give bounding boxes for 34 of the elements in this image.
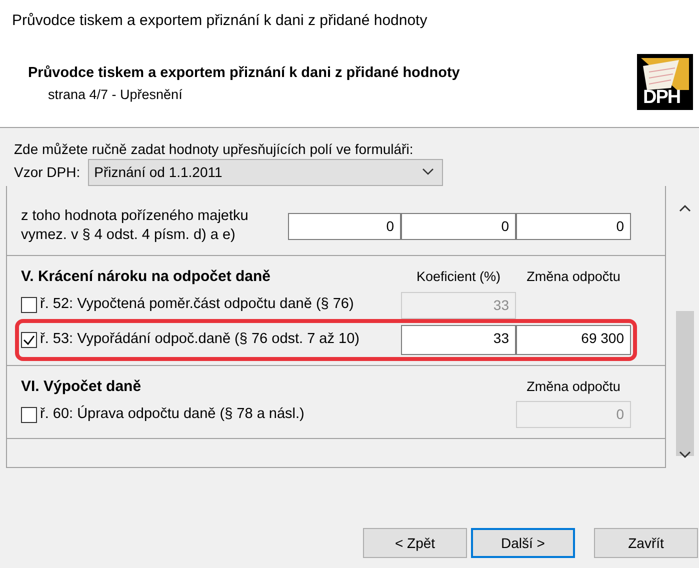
template-dropdown[interactable]: Přiznání od 1.1.2011: [88, 158, 444, 186]
checkbox[interactable]: [21, 406, 37, 422]
number-field[interactable]: 0: [401, 212, 516, 240]
chevron-down-icon: [422, 168, 434, 176]
scroll-thumb[interactable]: [676, 311, 694, 456]
checkbox[interactable]: [21, 332, 37, 348]
wizard-title: Průvodce tiskem a exportem přiznání k dani z přidané hodnoty: [28, 64, 460, 83]
checkbox[interactable]: [21, 297, 37, 313]
column-header: Koeficient (%): [415, 268, 502, 286]
template-label: Vzor DPH:: [14, 162, 80, 182]
checkbox-label[interactable]: ř. 52: Vypočtená poměr.část odpočtu daně (§ 76): [40, 294, 354, 316]
number-field[interactable]: 69 300: [516, 324, 631, 354]
number-field: 0: [516, 401, 631, 428]
dph-logo: [637, 54, 693, 110]
checkbox-label[interactable]: ř. 53: Vypořádání odpoč.daně (§ 76 odst. 7 až 10): [40, 328, 360, 350]
column-header: Změna odpočtu: [526, 378, 622, 396]
number-field: 33: [401, 292, 516, 318]
logo-text: DPH: [643, 87, 680, 109]
dialog-button[interactable]: Zavřít: [594, 528, 698, 558]
dialog-button[interactable]: Další >: [471, 528, 575, 558]
dialog-button[interactable]: < Zpět: [363, 528, 467, 558]
scroll-up-icon[interactable]: [679, 204, 691, 212]
number-field[interactable]: 0: [516, 212, 631, 240]
instruction-text: Zde můžete ručně zadat hodnoty upřesňujících polí ve formuláři:: [13, 140, 414, 158]
window-title: Průvodce tiskem a exportem přiznání k dani z přidané hodnoty: [0, 0, 699, 40]
column-header: Změna odpočtu: [526, 268, 622, 286]
row-label: z toho hodnota pořízeného majetku vymez. v § 4 odst. 4 písm. d) a e): [21, 207, 250, 245]
number-field[interactable]: 0: [288, 212, 401, 240]
wizard-subtitle: strana 4/7 - Upřesnění: [48, 86, 184, 104]
number-field[interactable]: 33: [401, 324, 516, 354]
section-title: VI. Výpočet daně: [21, 376, 142, 396]
scroll-down-icon[interactable]: [679, 451, 691, 459]
checkbox-label[interactable]: ř. 60: Úprava odpočtu daně (§ 78 a násl.): [40, 404, 304, 426]
section-title: V. Krácení nároku na odpočet daně: [21, 267, 272, 287]
